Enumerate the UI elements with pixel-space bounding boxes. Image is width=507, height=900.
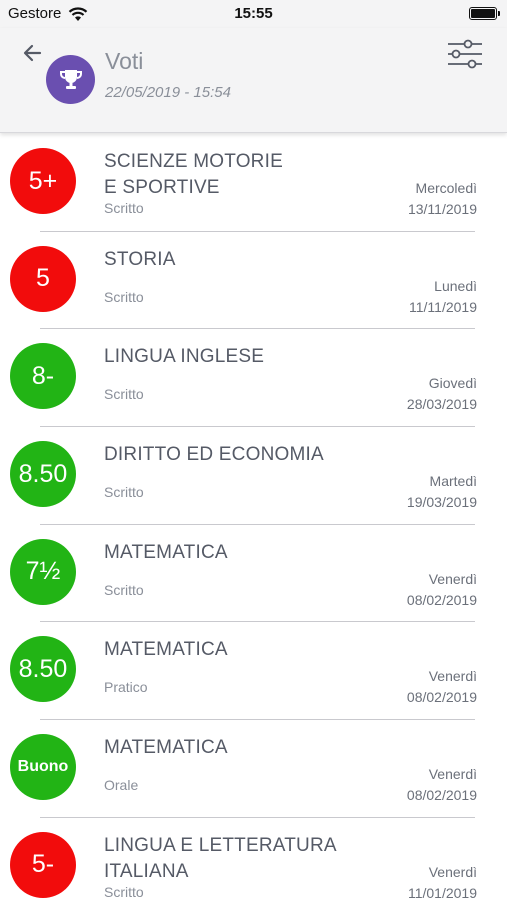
clock-label: 15:55 — [234, 5, 273, 22]
subject-name: LINGUA E LETTERATURA ITALIANA — [104, 833, 384, 885]
subject-line: STORIA — [104, 248, 176, 270]
grade-row[interactable]: 8- LINGUA INGLESE Scritto Giovedì 28/03/… — [0, 329, 507, 428]
last-update-timestamp: 22/05/2019 - 15:54 — [105, 84, 231, 101]
grade-row[interactable]: 5+ SCIENZE MOTORIE E SPORTIVE Scritto Me… — [0, 134, 507, 232]
subject-name: MATEMATICA — [104, 637, 384, 663]
grade-row[interactable]: 5- LINGUA E LETTERATURA ITALIANA Scritto… — [0, 818, 507, 900]
back-arrow-icon[interactable] — [20, 40, 46, 66]
subject-line: MATEMATICA — [104, 737, 228, 759]
grade-date: 11/01/2019 — [407, 884, 477, 900]
subject-line: SCIENZE MOTORIE — [104, 151, 283, 172]
trophy-icon — [59, 69, 82, 89]
grade-day: Lunedì — [434, 277, 477, 294]
grade-badge: 8.50 — [10, 441, 76, 508]
subject-name: MATEMATICA — [104, 735, 384, 761]
battery-icon — [469, 7, 500, 20]
grade-badge: 5+ — [10, 148, 76, 214]
app-header: Voti 22/05/2019 - 15:54 — [0, 28, 507, 133]
subject-name: LINGUA INGLESE — [104, 344, 384, 370]
subject-line: LINGUA INGLESE — [104, 346, 265, 368]
grade-badge: 7½ — [10, 538, 76, 605]
grade-type: Scritto — [104, 883, 144, 900]
grade-row[interactable]: Buono MATEMATICA Orale Venerdì 08/02/201… — [0, 720, 507, 818]
grade-type: Scritto — [104, 484, 144, 501]
grade-badge: 8.50 — [10, 636, 76, 703]
grade-type: Pratico — [104, 679, 148, 696]
grade-badge: Buono — [10, 734, 76, 801]
subject-line: DIRITTO ED ECONOMIA — [104, 444, 324, 466]
grade-row[interactable]: 8.50 MATEMATICA Pratico Venerdì 08/02/20… — [0, 622, 507, 721]
grade-date: 08/02/2019 — [406, 591, 477, 608]
subject-name: DIRITTO ED ECONOMIA — [104, 442, 384, 468]
grade-row[interactable]: 7½ MATEMATICA Scritto Venerdì 08/02/2019 — [0, 525, 507, 623]
grade-date: 08/02/2019 — [406, 787, 477, 804]
filter-sliders-icon[interactable] — [446, 38, 484, 70]
grades-list: 5+ SCIENZE MOTORIE E SPORTIVE Scritto Me… — [0, 134, 507, 900]
trophy-avatar — [46, 55, 95, 104]
grade-type: Scritto — [104, 386, 144, 403]
subject-line: ITALIANA — [104, 860, 189, 882]
grade-date: 11/11/2019 — [409, 298, 477, 315]
status-bar: Gestore 15:55 — [0, 0, 507, 28]
grade-day: Venerdì — [428, 863, 477, 880]
grade-date: 08/02/2019 — [406, 689, 477, 706]
grade-day: Mercoledì — [415, 180, 477, 196]
grade-type: Scritto — [104, 200, 144, 216]
subject-name: SCIENZE MOTORIE E SPORTIVE — [104, 149, 384, 201]
grade-type: Scritto — [104, 288, 144, 305]
subject-line: MATEMATICA — [104, 541, 228, 563]
subject-name: STORIA — [104, 247, 384, 273]
grade-day: Giovedì — [428, 375, 477, 392]
grade-day: Venerdì — [428, 668, 477, 685]
grade-date: 19/03/2019 — [406, 494, 477, 511]
grade-day: Venerdì — [428, 570, 477, 587]
subject-line: LINGUA E LETTERATURA — [104, 834, 337, 856]
grade-day: Martedì — [429, 473, 477, 490]
grade-type: Scritto — [104, 581, 144, 598]
grade-badge: 5- — [10, 831, 76, 898]
page-title: Voti — [105, 48, 144, 74]
subject-name: MATEMATICA — [104, 540, 384, 566]
grade-date: 28/03/2019 — [406, 396, 477, 413]
subject-line: E SPORTIVE — [104, 177, 220, 198]
grade-row[interactable]: 8.50 DIRITTO ED ECONOMIA Scritto Martedì… — [0, 427, 507, 525]
grade-badge: 5 — [10, 245, 76, 312]
grade-type: Orale — [104, 777, 139, 794]
subject-line: MATEMATICA — [104, 639, 228, 661]
grade-badge: 8- — [10, 343, 76, 410]
grade-row[interactable]: 5 STORIA Scritto Lunedì 11/11/2019 — [0, 232, 507, 330]
grade-day: Venerdì — [428, 766, 477, 783]
grade-date: 13/11/2019 — [407, 201, 477, 217]
